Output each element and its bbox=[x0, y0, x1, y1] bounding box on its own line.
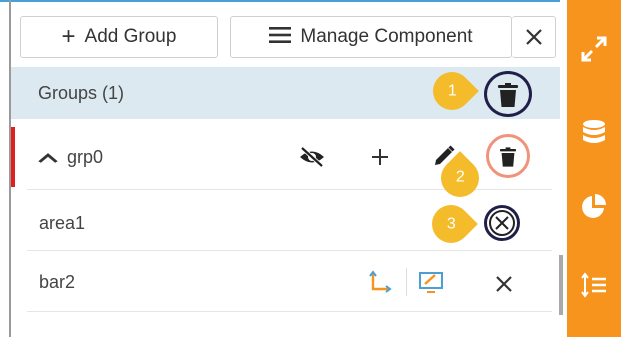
callout-number: 2 bbox=[455, 169, 465, 186]
sidebar-item-expand[interactable] bbox=[567, 22, 621, 76]
right-sidebar bbox=[559, 0, 621, 337]
manage-component-label: Manage Component bbox=[300, 26, 473, 47]
sort-lines-icon bbox=[581, 272, 606, 298]
remove-area1-button[interactable] bbox=[486, 207, 518, 239]
component-name: area1 bbox=[39, 212, 86, 233]
axis-icon bbox=[369, 270, 392, 293]
remove-bar2-button[interactable] bbox=[490, 270, 518, 298]
component-panel: + Add Group Manage Component Groups (1) … bbox=[0, 0, 621, 337]
component-name: bar2 bbox=[39, 271, 76, 292]
pie-chart-icon bbox=[582, 194, 606, 218]
close-icon bbox=[525, 29, 542, 45]
sidebar-item-sort[interactable] bbox=[567, 258, 621, 312]
add-group-label: Add Group bbox=[84, 26, 177, 47]
sidebar-item-chart[interactable] bbox=[567, 179, 621, 233]
eye-slash-icon bbox=[300, 146, 324, 168]
plus-icon bbox=[372, 149, 388, 165]
add-to-group-button[interactable] bbox=[366, 143, 394, 171]
remove-circle-icon bbox=[489, 210, 515, 236]
hamburger-menu-icon bbox=[269, 25, 292, 49]
group-name: grp0 bbox=[67, 146, 104, 167]
axis-settings-button[interactable] bbox=[366, 268, 394, 296]
delete-group-button[interactable] bbox=[498, 145, 518, 169]
database-icon bbox=[583, 120, 605, 143]
delete-all-groups-button[interactable] bbox=[496, 82, 520, 108]
add-group-button[interactable]: + Add Group bbox=[20, 16, 218, 58]
sidebar-item-database[interactable] bbox=[567, 107, 621, 161]
expand-icon bbox=[581, 36, 607, 62]
trash-icon bbox=[498, 83, 518, 107]
callout-number: 3 bbox=[446, 215, 456, 232]
close-icon bbox=[496, 276, 512, 292]
row-divider bbox=[27, 311, 552, 312]
hide-group-button[interactable] bbox=[297, 143, 327, 171]
monitor-edit-icon bbox=[419, 272, 443, 293]
groups-header: Groups (1) bbox=[11, 67, 560, 119]
groups-count-label: Groups (1) bbox=[38, 82, 125, 103]
sidebar-active-indicator bbox=[559, 255, 563, 315]
row-divider bbox=[27, 250, 552, 251]
trash-icon bbox=[500, 147, 516, 167]
icon-separator bbox=[406, 268, 407, 296]
chevron-up-icon[interactable] bbox=[38, 147, 58, 168]
group-accent-bar bbox=[11, 127, 15, 187]
manage-component-button[interactable]: Manage Component bbox=[230, 16, 512, 58]
close-panel-button[interactable] bbox=[512, 16, 556, 58]
display-settings-button[interactable] bbox=[415, 268, 447, 296]
callout-number: 1 bbox=[447, 82, 457, 99]
component-row-bar2[interactable]: bar2 bbox=[11, 254, 560, 310]
top-border bbox=[0, 0, 560, 2]
plus-icon: + bbox=[61, 23, 76, 50]
toolbar: + Add Group Manage Component bbox=[11, 14, 560, 64]
